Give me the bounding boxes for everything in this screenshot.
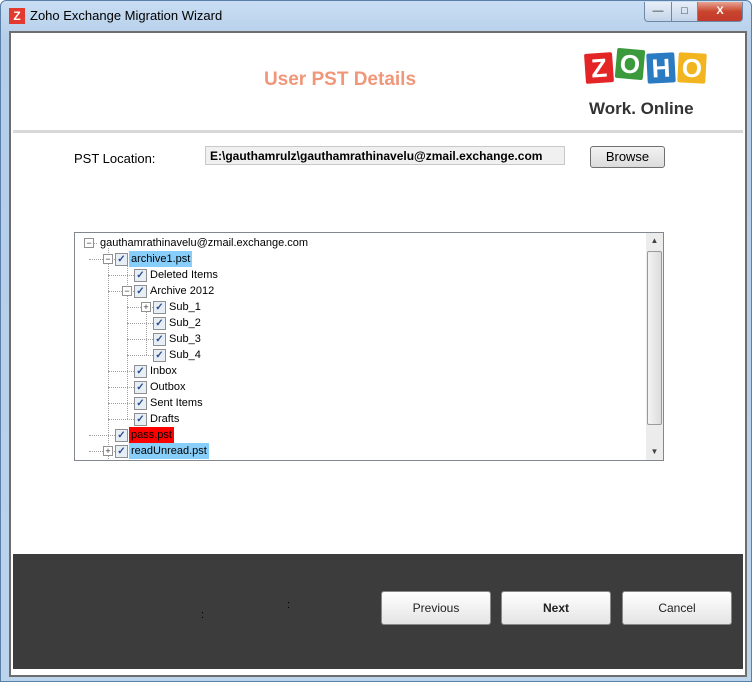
- tree-connector: [108, 403, 134, 404]
- tree-item-label[interactable]: Deleted Items: [148, 267, 220, 283]
- tree-item-label[interactable]: archive1.pst: [129, 251, 193, 267]
- checkbox[interactable]: ✓: [134, 285, 147, 298]
- collapse-icon[interactable]: −: [84, 238, 94, 248]
- checkbox[interactable]: ✓: [134, 269, 147, 282]
- tree-item-label[interactable]: Sub_4: [167, 347, 203, 363]
- checkbox[interactable]: ✓: [153, 301, 166, 314]
- scroll-up-icon[interactable]: ▲: [646, 233, 663, 249]
- pst-location-label: PST Location:: [74, 151, 156, 166]
- tree-item[interactable]: ✓ Sub_2: [75, 315, 635, 331]
- tree-item-label[interactable]: Sent Items: [148, 395, 205, 411]
- status-colon: :: [287, 599, 291, 611]
- checkbox[interactable]: ✓: [115, 253, 128, 266]
- checkbox[interactable]: ✓: [115, 445, 128, 458]
- tree-item[interactable]: + ✓ readUnread.pst: [75, 443, 635, 459]
- logo-letter: O: [677, 52, 707, 84]
- logo-letter: Z: [583, 52, 615, 84]
- tree-item-label[interactable]: pass.pst: [129, 427, 174, 443]
- checkbox[interactable]: ✓: [134, 413, 147, 426]
- window: Z Zoho Exchange Migration Wizard — □ X U…: [0, 0, 752, 682]
- tree-connector: [108, 275, 134, 276]
- tree-connector: [108, 419, 134, 420]
- expand-icon[interactable]: +: [103, 446, 113, 456]
- tree-item[interactable]: − ✓ Archive 2012: [75, 283, 635, 299]
- checkbox[interactable]: ✓: [115, 429, 128, 442]
- minimize-button[interactable]: —: [644, 2, 672, 22]
- scroll-thumb[interactable]: [647, 251, 662, 425]
- checkbox[interactable]: ✓: [153, 333, 166, 346]
- tree-item-label[interactable]: Outbox: [148, 379, 187, 395]
- title-bar: Z Zoho Exchange Migration Wizard — □ X: [1, 1, 751, 31]
- scroll-down-icon[interactable]: ▼: [646, 444, 663, 460]
- page-title: User PST Details: [263, 69, 417, 90]
- close-button[interactable]: X: [697, 2, 743, 22]
- tree-item[interactable]: − ✓ archive1.pst: [75, 251, 635, 267]
- tree-item[interactable]: ✓ Outbox: [75, 379, 635, 395]
- tree-connector: [108, 371, 134, 372]
- tree-connector: [108, 387, 134, 388]
- browse-button[interactable]: Browse: [590, 146, 665, 168]
- logo-letter: H: [646, 52, 676, 84]
- checkbox[interactable]: ✓: [153, 349, 166, 362]
- logo-tagline: Work. Online: [589, 99, 694, 118]
- tree-item[interactable]: − gauthamrathinavelu@zmail.exchange.com: [75, 235, 635, 251]
- tree-item-label[interactable]: Sub_3: [167, 331, 203, 347]
- next-button[interactable]: Next: [501, 591, 611, 625]
- tree-connector: [89, 435, 115, 436]
- checkbox[interactable]: ✓: [134, 381, 147, 394]
- tree-item[interactable]: ✓ Sub_3: [75, 331, 635, 347]
- checkbox[interactable]: ✓: [134, 397, 147, 410]
- status-colon: :: [201, 609, 205, 621]
- zoho-logo: Z O H O Work. Online: [581, 47, 713, 125]
- tree-item-label[interactable]: Archive 2012: [148, 283, 216, 299]
- collapse-icon[interactable]: −: [122, 286, 132, 296]
- tree-item[interactable]: ✓ Deleted Items: [75, 267, 635, 283]
- maximize-button[interactable]: □: [671, 2, 698, 22]
- tree-item[interactable]: + ✓ Sub_1: [75, 299, 635, 315]
- checkbox[interactable]: ✓: [134, 365, 147, 378]
- tree-item-label[interactable]: Sub_2: [167, 315, 203, 331]
- expand-icon[interactable]: +: [141, 302, 151, 312]
- app-icon: Z: [9, 8, 25, 24]
- tree-item[interactable]: ✓ Inbox: [75, 363, 635, 379]
- wizard-client: User PST Details Z O H O Work. Online PS…: [9, 31, 747, 677]
- window-title: Zoho Exchange Migration Wizard: [30, 8, 223, 23]
- checkbox[interactable]: ✓: [153, 317, 166, 330]
- tree-item-label[interactable]: Sub_1: [167, 299, 203, 315]
- pst-location-field[interactable]: E:\gauthamrulz\gauthamrathinavelu@zmail.…: [205, 146, 565, 165]
- tree-item[interactable]: ✓ Sub_4: [75, 347, 635, 363]
- tree-item[interactable]: ✓ pass.pst: [75, 427, 635, 443]
- tree-connector: [127, 355, 153, 356]
- tree-scrollbar[interactable]: ▲ ▼: [646, 233, 663, 460]
- tree-item[interactable]: ✓ Drafts: [75, 411, 635, 427]
- cancel-button[interactable]: Cancel: [622, 591, 732, 625]
- logo-letter: O: [614, 47, 646, 81]
- footer: : : Previous Next Cancel: [13, 554, 743, 669]
- header: User PST Details Z O H O Work. Online: [13, 35, 743, 133]
- collapse-icon[interactable]: −: [103, 254, 113, 264]
- tree-item-label[interactable]: Inbox: [148, 363, 179, 379]
- tree-item[interactable]: ✓ Sent Items: [75, 395, 635, 411]
- tree-item-label[interactable]: readUnread.pst: [129, 443, 209, 459]
- previous-button[interactable]: Previous: [381, 591, 491, 625]
- tree-connector: [127, 323, 153, 324]
- folder-tree[interactable]: ▲ ▼ − gauthamrathinavelu@zmail.exchange.c…: [74, 232, 664, 461]
- tree-connector: [127, 339, 153, 340]
- tree-item-label[interactable]: Drafts: [148, 411, 181, 427]
- tree-item-label[interactable]: gauthamrathinavelu@zmail.exchange.com: [98, 235, 310, 251]
